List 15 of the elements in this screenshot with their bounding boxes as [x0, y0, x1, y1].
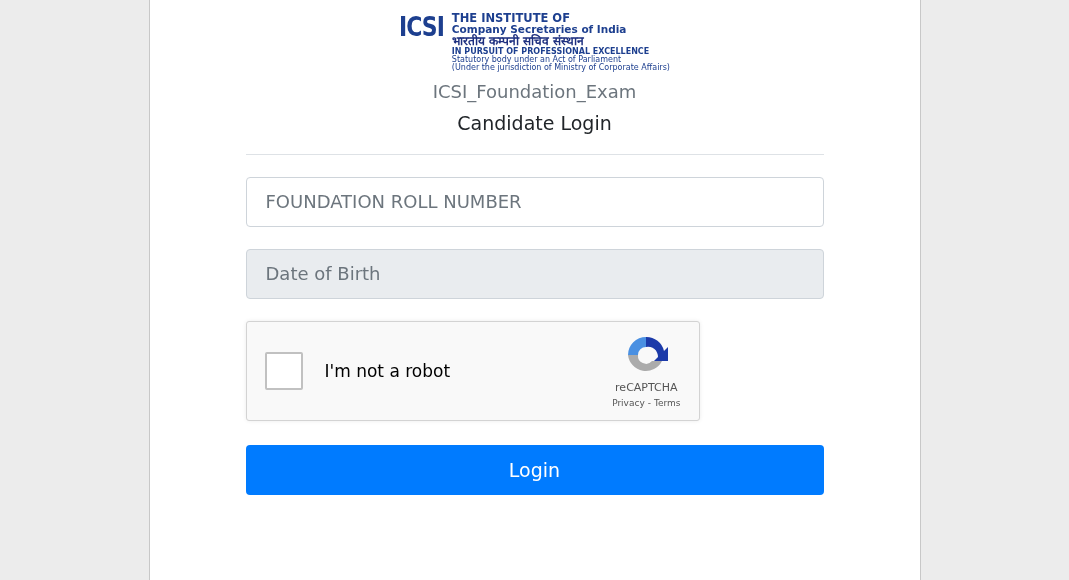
privacy-link[interactable]: Privacy	[612, 398, 645, 409]
terms-link[interactable]: Terms	[654, 398, 681, 409]
exam-name: ICSI_Foundation_Exam	[431, 80, 638, 102]
captcha-checkbox[interactable]	[264, 351, 303, 390]
logo-mark: ICSI	[399, 11, 444, 42]
logo-title: THE INSTITUTE OF	[451, 12, 571, 25]
roll-number-field[interactable]: FOUNDATION ROLL NUMBER	[245, 176, 824, 227]
logo-statute: (Under the jurisdiction of Ministry of Corporate Affairs)	[451, 64, 670, 73]
recaptcha-brand: reCAPTCHA	[615, 381, 678, 395]
page-heading: Candidate Login	[456, 111, 613, 134]
link-separator: -	[647, 398, 651, 409]
captcha-label: I'm not a robot	[324, 360, 452, 381]
logo-hindi-title: भारतीय कम्पनी सचिव संस्थान	[451, 35, 585, 48]
logo-motto: IN PURSUIT OF PROFESSIONAL EXCELLENCE	[451, 47, 651, 56]
login-button[interactable]: Login	[245, 444, 824, 495]
